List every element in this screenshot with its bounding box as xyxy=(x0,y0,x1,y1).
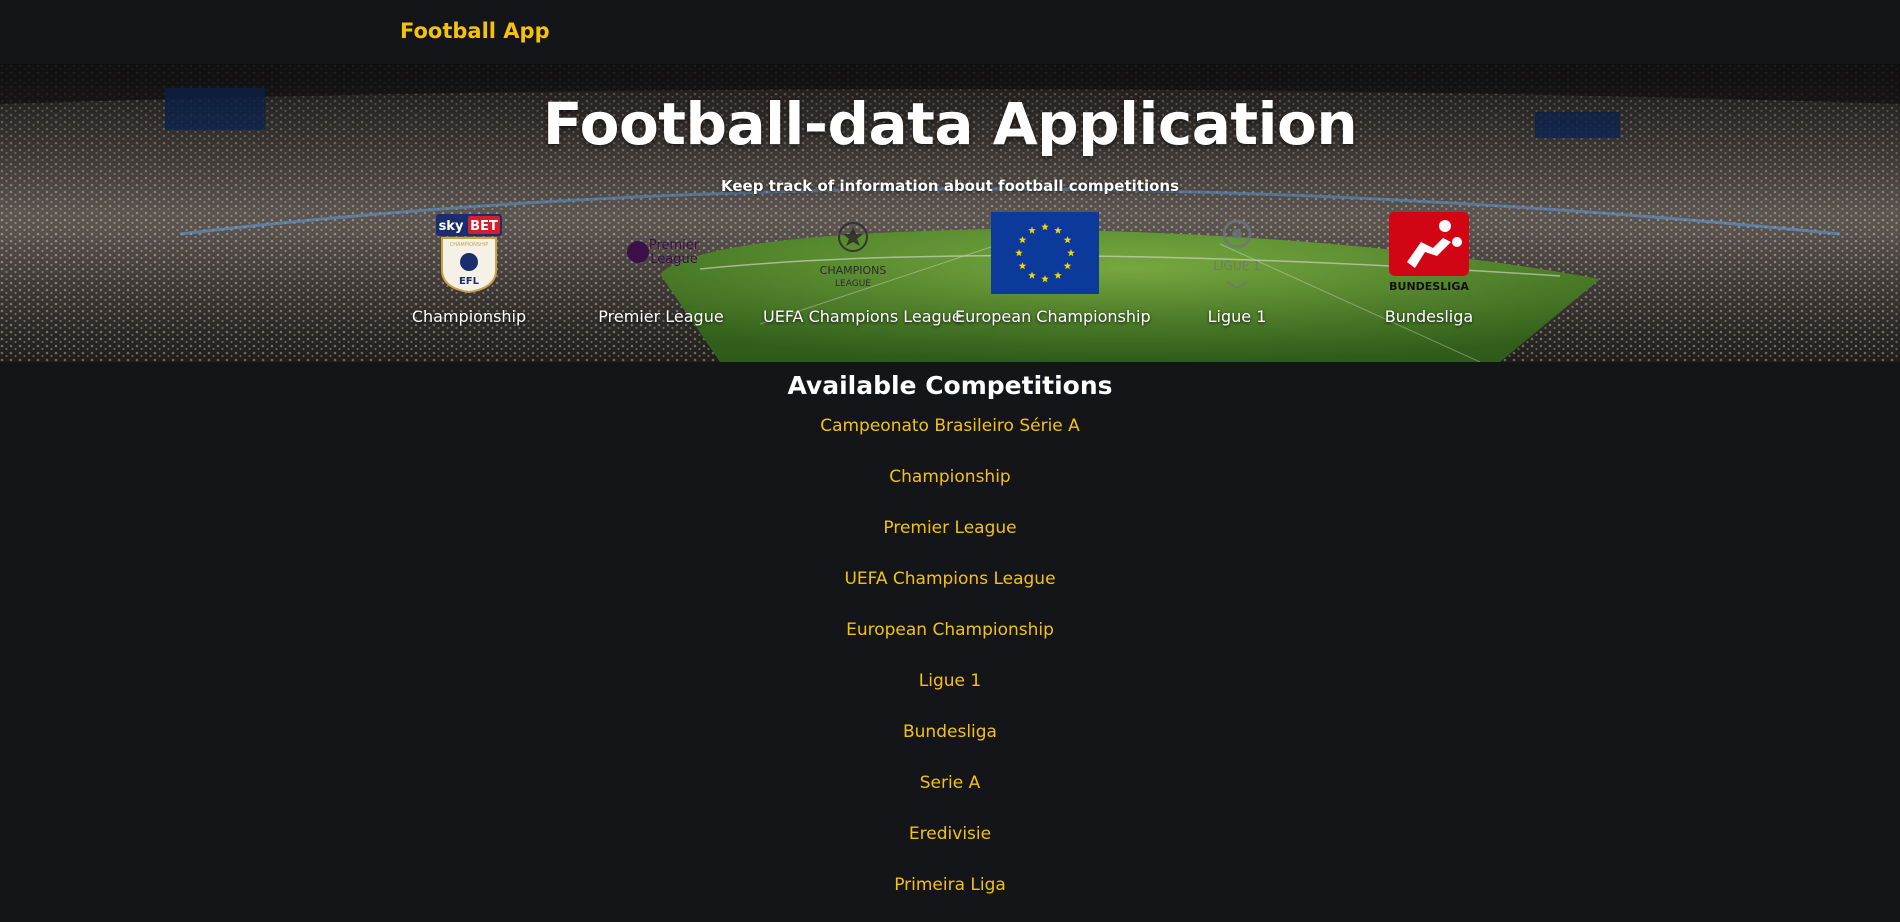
bundesliga-logo-icon: BUNDESLIGA xyxy=(1389,212,1469,293)
svg-text:BUNDESLIGA: BUNDESLIGA xyxy=(1389,280,1469,293)
efl-championship-logo-icon: sky BET CHAMPIONSHIP EFL xyxy=(436,214,502,294)
featured-competition-premier-league[interactable]: Premier League Premier League xyxy=(571,212,751,326)
hero-title: Football-data Application xyxy=(542,90,1358,158)
list-item: Bundesliga xyxy=(0,717,1900,768)
competition-link[interactable]: Premier League xyxy=(883,518,1016,538)
list-item: European Championship xyxy=(0,615,1900,666)
competition-link[interactable]: Serie A xyxy=(920,773,980,793)
svg-text:EFL: EFL xyxy=(459,276,480,287)
svg-text:LIGUE 1: LIGUE 1 xyxy=(1213,259,1260,273)
featured-competition-european-championship[interactable]: European Championship xyxy=(955,212,1151,326)
featured-competition-bundesliga[interactable]: BUNDESLIGA Bundesliga xyxy=(1339,212,1519,326)
list-item: Premier League xyxy=(0,513,1900,564)
featured-label: Bundesliga xyxy=(1384,307,1474,326)
featured-label: UEFA Champions League xyxy=(763,307,962,326)
svg-text:CHAMPIONS: CHAMPIONS xyxy=(820,264,887,277)
featured-label: Ligue 1 xyxy=(1207,307,1267,326)
competition-link[interactable]: UEFA Champions League xyxy=(844,569,1055,589)
svg-text:sky: sky xyxy=(439,219,464,234)
svg-text:League: League xyxy=(650,252,697,267)
competition-link[interactable]: Bundesliga xyxy=(903,722,997,742)
list-item: UEFA Champions League xyxy=(0,564,1900,615)
brand-link[interactable]: Football App xyxy=(400,19,550,43)
featured-label: Premier League xyxy=(598,307,724,326)
svg-text:Premier: Premier xyxy=(649,238,700,253)
svg-text:BET: BET xyxy=(470,219,498,234)
list-item: Eredivisie xyxy=(0,819,1900,870)
available-competitions-title: Available Competitions xyxy=(787,371,1113,400)
featured-label: European Championship xyxy=(955,307,1151,326)
competitions-list: Campeonato Brasileiro Série A Championshi… xyxy=(0,411,1900,921)
competition-link[interactable]: Ligue 1 xyxy=(919,671,981,691)
hero-subtitle: Keep track of information about football… xyxy=(721,177,1179,195)
competition-link[interactable]: European Championship xyxy=(846,620,1054,640)
list-item: Ligue 1 xyxy=(0,666,1900,717)
competition-link[interactable]: Eredivisie xyxy=(909,824,991,844)
list-item: Primeira Liga xyxy=(0,870,1900,921)
eu-flag-icon xyxy=(991,212,1099,294)
hero-banner: Football-data Application Keep track of … xyxy=(0,64,1900,362)
premier-league-logo-icon: Premier League xyxy=(627,238,700,267)
list-item: Championship xyxy=(0,462,1900,513)
ligue-1-logo-icon: LIGUE 1 xyxy=(1213,219,1261,290)
featured-label: Championship xyxy=(411,307,527,326)
navbar: Football App xyxy=(0,0,1900,64)
svg-text:LEAGUE: LEAGUE xyxy=(835,279,871,289)
competition-link[interactable]: Campeonato Brasileiro Série A xyxy=(820,416,1080,436)
list-item: Serie A xyxy=(0,768,1900,819)
featured-competition-championship[interactable]: sky BET CHAMPIONSHIP EFL Championship xyxy=(379,212,559,326)
list-item: Campeonato Brasileiro Série A xyxy=(0,411,1900,462)
featured-competition-ligue-1[interactable]: LIGUE 1 Ligue 1 xyxy=(1147,212,1327,326)
competition-link[interactable]: Primeira Liga xyxy=(894,875,1006,895)
svg-text:CHAMPIONSHIP: CHAMPIONSHIP xyxy=(450,242,489,248)
competition-link[interactable]: Championship xyxy=(889,467,1010,487)
featured-competition-champions-league[interactable]: CHAMPIONS LEAGUE UEFA Champions League xyxy=(763,212,962,326)
champions-league-logo-icon: CHAMPIONS LEAGUE xyxy=(820,222,887,289)
